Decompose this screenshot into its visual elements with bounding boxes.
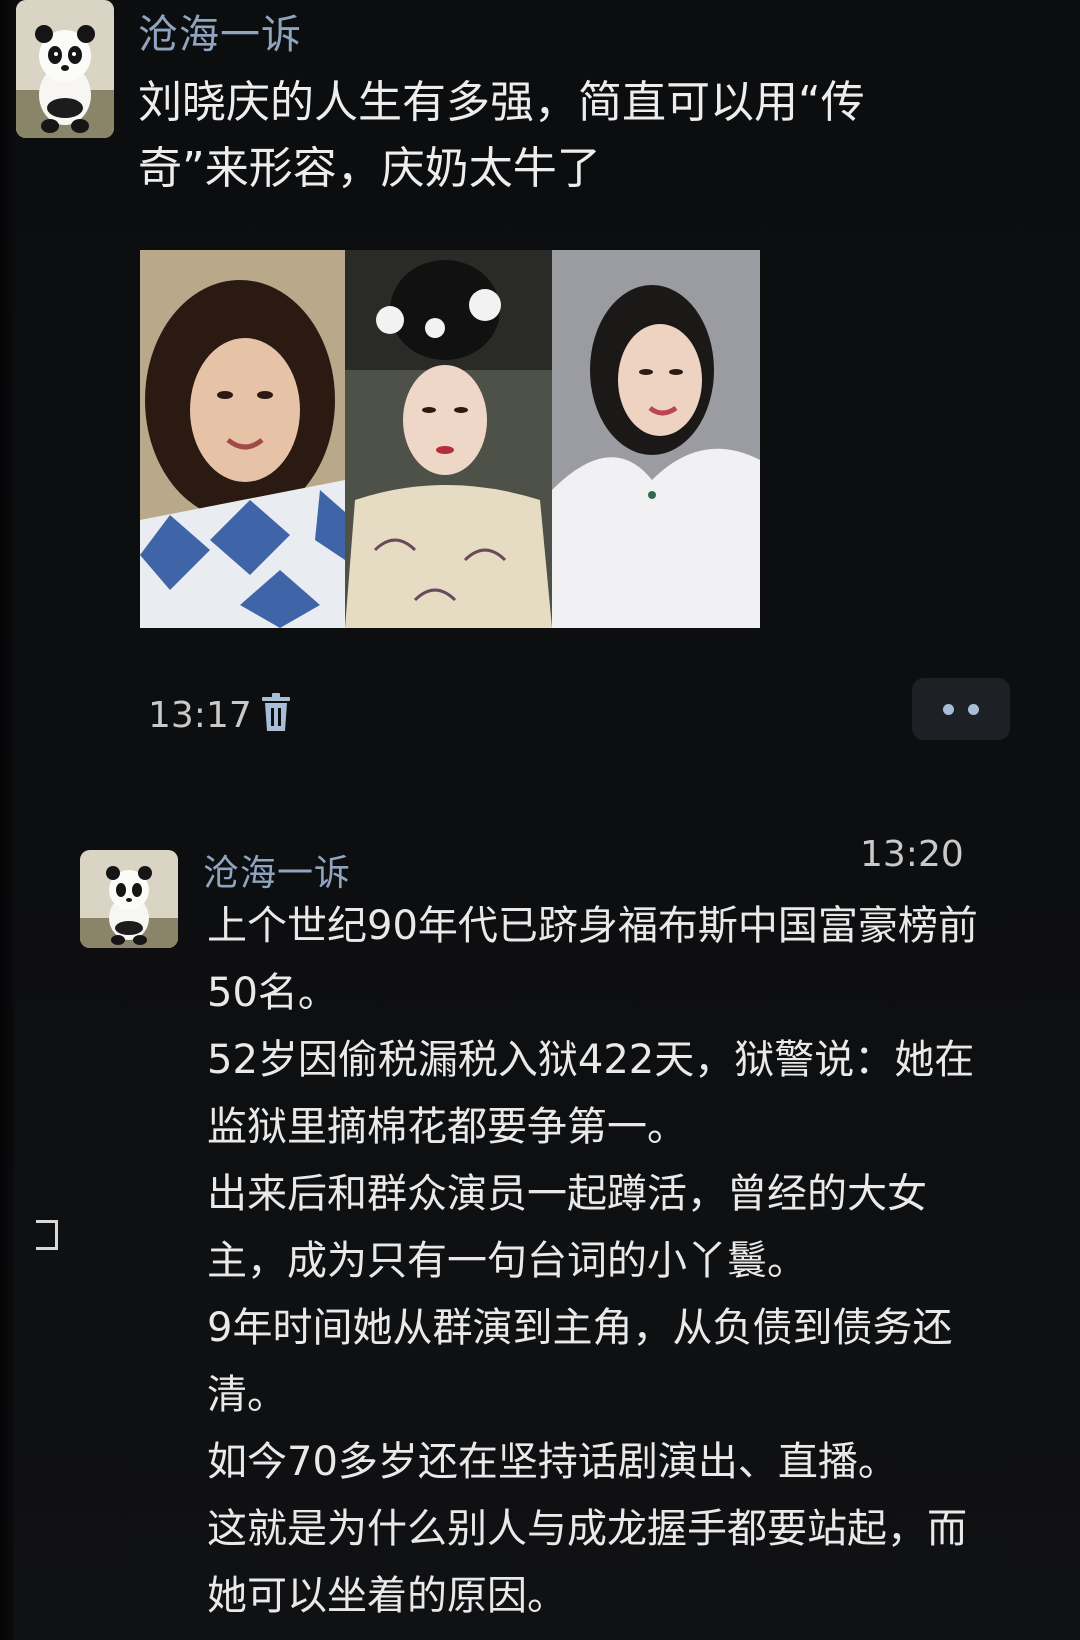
more-dots-icon: [943, 703, 954, 715]
more-button[interactable]: [912, 678, 1010, 740]
message-image[interactable]: [140, 250, 760, 628]
side-checkbox[interactable]: [36, 1220, 58, 1250]
photo-portrait-white-dress[interactable]: [552, 250, 760, 628]
message-line: 9年时间她从群演到主角，从负债到债务还清。: [207, 1305, 953, 1418]
more-dots-icon: [968, 703, 979, 715]
message-line: 出来后和群众演员一起蹲活，曾经的大女主，成为只有一句台词的小丫鬟。: [207, 1171, 927, 1284]
message-time: 13:20: [860, 834, 964, 875]
trash-icon[interactable]: [260, 693, 292, 733]
message-time: 13:17: [148, 695, 252, 736]
sender-name[interactable]: 沧海一诉: [138, 2, 302, 60]
photo-portrait-costume[interactable]: [345, 250, 552, 628]
left-edge: [0, 0, 14, 1640]
avatar[interactable]: [16, 0, 114, 138]
photo-portrait-young[interactable]: [140, 250, 345, 628]
message-line: 上个世纪90年代已跻身福布斯中国富豪榜前50名。: [207, 903, 978, 1016]
sender-name[interactable]: 沧海一诉: [203, 844, 351, 896]
message-text: 刘晓庆的人生有多强，简直可以用“传奇”来形容，庆奶太牛了: [138, 77, 865, 194]
avatar[interactable]: [80, 850, 178, 948]
panda-avatar-image: [16, 0, 114, 138]
message-text: 上个世纪90年代已跻身福布斯中国富豪榜前50名。 52岁因偷税漏税入狱422天，…: [207, 893, 997, 1630]
panda-avatar-image: [80, 850, 178, 948]
chat-screen: 沧海一诉 刘晓庆的人生有多强，简直可以用“传奇”来形容，庆奶太牛了 13:17 …: [0, 0, 1080, 1640]
message-line: 这就是为什么别人与成龙握手都要站起，而她可以坐着的原因。: [207, 1506, 967, 1619]
message-line: 如今70多岁还在坚持话剧演出、直播。: [207, 1439, 898, 1485]
message-line: 52岁因偷税漏税入狱422天，狱警说：她在监狱里摘棉花都要争第一。: [207, 1037, 975, 1150]
